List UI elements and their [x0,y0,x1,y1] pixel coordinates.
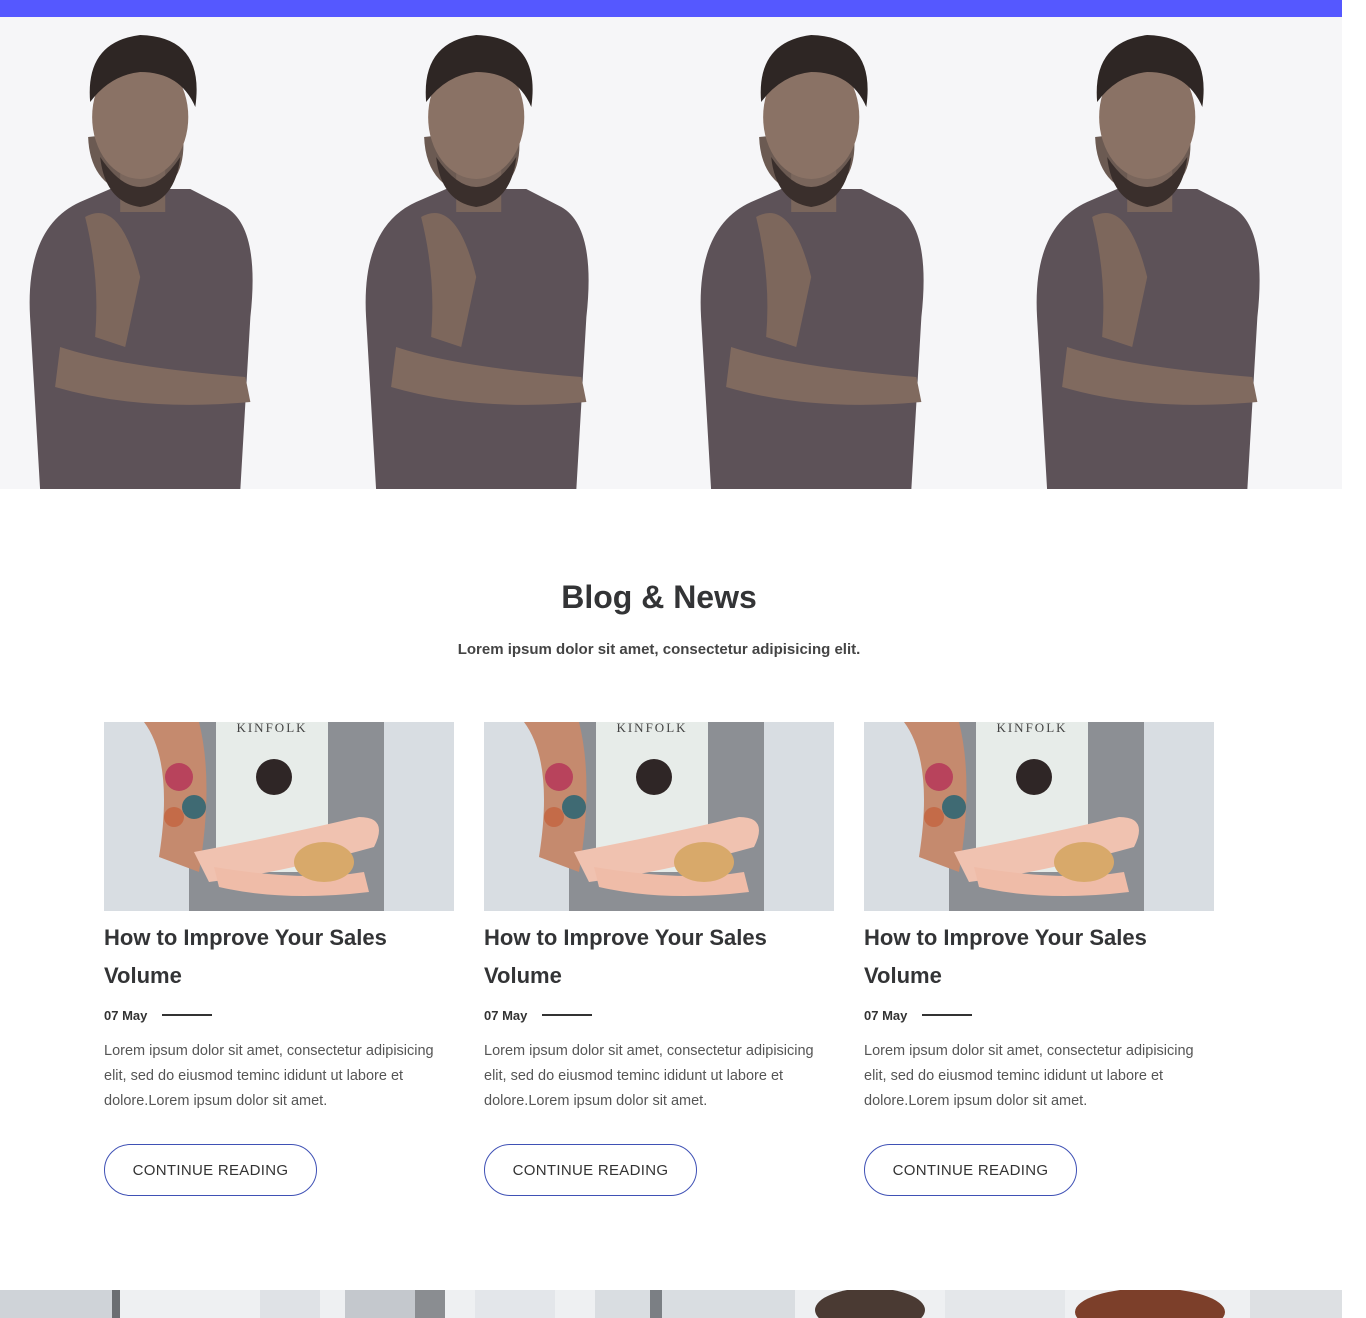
blog-card-meta: 07 May [104,1005,454,1025]
team-member-photo[interactable] [335,17,671,489]
man-portrait-photo [1006,17,1342,489]
team-member-photo[interactable] [671,17,1007,489]
continue-reading-button[interactable]: CONTINUE READING [484,1144,697,1196]
blog-section-subtitle: Lorem ipsum dolor sit amet, consectetur … [457,641,861,658]
blog-card-image[interactable]: KINFOLK [104,722,454,911]
blog-card-image[interactable]: KINFOLK [864,722,1214,911]
date-divider-line [542,1014,593,1016]
blog-card-title[interactable]: How to Improve Your Sales Volume [104,919,424,995]
continue-reading-button[interactable]: CONTINUE READING [864,1144,1077,1196]
office-photo [0,1290,1342,1318]
tattooed-arm-magazine-photo: KINFOLK [104,722,454,911]
blog-card: KINFOLK How to Improve Your Sales Volume… [864,722,1214,1196]
blog-card: KINFOLK How to Improve Your Sales Volume… [484,722,834,1196]
blog-card-title[interactable]: How to Improve Your Sales Volume [864,919,1184,995]
man-portrait-photo [671,17,1007,489]
blog-card: KINFOLK How to Improve Your Sales Volume… [104,722,454,1196]
blog-card-date: 07 May [864,1007,908,1023]
blog-card-meta: 07 May [484,1005,834,1025]
man-portrait-photo [0,17,336,489]
blog-card-date: 07 May [484,1007,528,1023]
top-accent-bar [0,0,1342,17]
blog-card-meta: 07 May [864,1005,1214,1025]
blog-section-title: Blog & News [561,579,757,615]
man-portrait-photo [335,17,671,489]
blog-card-excerpt: Lorem ipsum dolor sit amet, consectetur … [484,1043,814,1109]
date-divider-line [922,1014,973,1016]
tattooed-arm-magazine-photo: KINFOLK [484,722,834,911]
team-photo-strip [0,17,1342,489]
magazine-title-text: KINFOLK [996,722,1067,735]
blog-card-excerpt: Lorem ipsum dolor sit amet, consectetur … [864,1043,1194,1109]
date-divider-line [162,1014,213,1016]
blog-card-title[interactable]: How to Improve Your Sales Volume [484,919,804,995]
blog-card-date: 07 May [104,1007,148,1023]
magazine-title-text: KINFOLK [616,722,687,735]
team-member-photo[interactable] [1006,17,1342,489]
blog-card-excerpt: Lorem ipsum dolor sit amet, consectetur … [104,1043,434,1109]
next-section-photo-strip [0,1290,1342,1318]
tattooed-arm-magazine-photo: KINFOLK [864,722,1214,911]
continue-reading-button[interactable]: CONTINUE READING [104,1144,317,1196]
blog-card-image[interactable]: KINFOLK [484,722,834,911]
team-member-photo[interactable] [0,17,336,489]
magazine-title-text: KINFOLK [236,722,307,735]
